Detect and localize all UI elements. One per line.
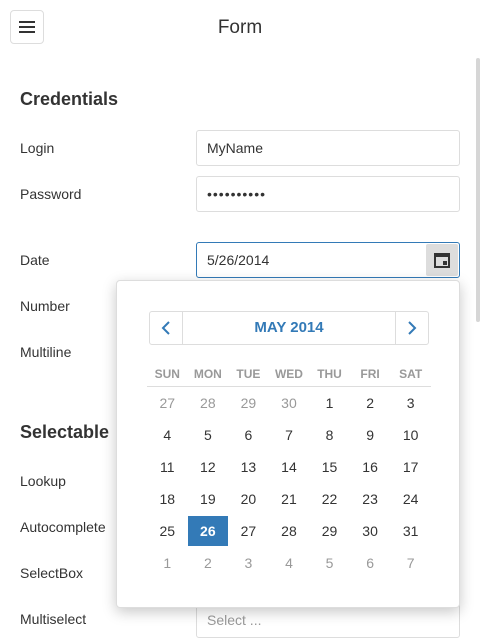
- calendar-day[interactable]: 31: [390, 523, 431, 539]
- calendar-day[interactable]: 15: [309, 459, 350, 475]
- calendar-day[interactable]: 20: [228, 491, 269, 507]
- calendar-day[interactable]: 6: [350, 555, 391, 571]
- weekday-header: SUN MON TUE WED THU FRI SAT: [147, 361, 431, 387]
- calendar-day[interactable]: 24: [390, 491, 431, 507]
- calendar-day[interactable]: 28: [269, 523, 310, 539]
- login-field[interactable]: MyName: [196, 130, 460, 166]
- calendar-week-row: 25 26 27 28 29 30 31: [147, 515, 431, 547]
- calendar-day[interactable]: 5: [309, 555, 350, 571]
- calendar-caption[interactable]: MAY 2014: [183, 312, 395, 344]
- chevron-right-icon: [408, 321, 417, 335]
- date-label: Date: [20, 252, 50, 268]
- chevron-left-icon: [161, 321, 170, 335]
- weekday-label: SUN: [154, 366, 180, 381]
- calendar-day[interactable]: 16: [350, 459, 391, 475]
- autocomplete-label: Autocomplete: [20, 519, 106, 535]
- calendar-day[interactable]: 30: [350, 523, 391, 539]
- calendar-day[interactable]: 17: [390, 459, 431, 475]
- calendar-navigator: MAY 2014: [149, 311, 429, 345]
- calendar-day[interactable]: 1: [309, 395, 350, 411]
- calendar-day[interactable]: 22: [309, 491, 350, 507]
- calendar-week-row: 4 5 6 7 8 9 10: [147, 419, 431, 451]
- calendar-day[interactable]: 28: [188, 395, 229, 411]
- prev-month-button[interactable]: [150, 312, 183, 344]
- calendar-day[interactable]: 11: [147, 459, 188, 475]
- calendar-day[interactable]: 9: [350, 427, 391, 443]
- calendar-day[interactable]: 25: [147, 523, 188, 539]
- selectbox-label: SelectBox: [20, 565, 84, 581]
- calendar-week-row: 27 28 29 30 1 2 3: [147, 387, 431, 419]
- calendar-week-row: 11 12 13 14 15 16 17: [147, 451, 431, 483]
- calendar-day[interactable]: 23: [350, 491, 391, 507]
- lookup-label: Lookup: [20, 473, 66, 489]
- calendar-day[interactable]: 4: [269, 555, 310, 571]
- password-value: ••••••••••: [207, 186, 267, 202]
- calendar-day[interactable]: 5: [188, 427, 229, 443]
- calendar-day[interactable]: 18: [147, 491, 188, 507]
- calendar-popup: MAY 2014 SUN MON TUE WED THU FRI SAT 27 28 29 30 1 2…: [116, 280, 460, 608]
- calendar-day[interactable]: 2: [188, 555, 229, 571]
- multiselect-placeholder: Select ...: [207, 612, 262, 628]
- calendar-day[interactable]: 19: [188, 491, 229, 507]
- calendar-day[interactable]: 14: [269, 459, 310, 475]
- calendar-week-row: 18 19 20 21 22 23 24: [147, 483, 431, 515]
- weekday-label: THU: [317, 366, 342, 381]
- date-field[interactable]: 5/26/2014: [196, 242, 460, 278]
- calendar-day[interactable]: 3: [390, 395, 431, 411]
- calendar-day-selected[interactable]: 26: [187, 516, 229, 546]
- multiline-label: Multiline: [20, 344, 72, 360]
- weekday-label: WED: [274, 366, 303, 381]
- calendar-day[interactable]: 7: [269, 427, 310, 443]
- calendar-day[interactable]: 13: [228, 459, 269, 475]
- number-label: Number: [20, 298, 70, 314]
- calendar-day[interactable]: 27: [228, 523, 269, 539]
- calendar-grid: SUN MON TUE WED THU FRI SAT 27 28 29 30 1 2 3 4 5 6 7 8 9 10…: [147, 361, 431, 579]
- calendar-day[interactable]: 21: [269, 491, 310, 507]
- calendar-week-row: 1234567: [147, 547, 431, 579]
- multiselect-label: Multiselect: [20, 611, 87, 627]
- weekday-label: SAT: [399, 366, 423, 381]
- calendar-day[interactable]: 12: [188, 459, 229, 475]
- calendar-day[interactable]: 27: [147, 395, 188, 411]
- login-value: MyName: [207, 140, 264, 156]
- weekday-label: FRI: [360, 366, 380, 381]
- calendar-button[interactable]: [426, 244, 458, 276]
- calendar-day[interactable]: 6: [228, 427, 269, 443]
- password-field[interactable]: ••••••••••: [196, 176, 460, 212]
- calendar-day[interactable]: 29: [309, 523, 350, 539]
- section-selectable-title: Selectable: [20, 422, 110, 442]
- weekday-label: TUE: [236, 366, 261, 381]
- calendar-day[interactable]: 7: [390, 555, 431, 571]
- calendar-icon: [434, 253, 450, 268]
- calendar-day[interactable]: 4: [147, 427, 188, 443]
- calendar-day[interactable]: 2: [350, 395, 391, 411]
- password-label: Password: [20, 186, 82, 202]
- calendar-day[interactable]: 29: [228, 395, 269, 411]
- section-credentials-title: Credentials: [20, 89, 119, 109]
- page-title: Form: [217, 17, 263, 38]
- calendar-day[interactable]: 8: [309, 427, 350, 443]
- date-value: 5/26/2014: [207, 252, 270, 268]
- weekday-label: MON: [193, 366, 222, 381]
- calendar-day[interactable]: 3: [228, 555, 269, 571]
- login-label: Login: [20, 140, 55, 156]
- calendar-day[interactable]: 30: [269, 395, 310, 411]
- scrollbar[interactable]: [476, 58, 480, 322]
- calendar-day[interactable]: 1: [147, 555, 188, 571]
- calendar-day[interactable]: 10: [390, 427, 431, 443]
- next-month-button[interactable]: [395, 312, 428, 344]
